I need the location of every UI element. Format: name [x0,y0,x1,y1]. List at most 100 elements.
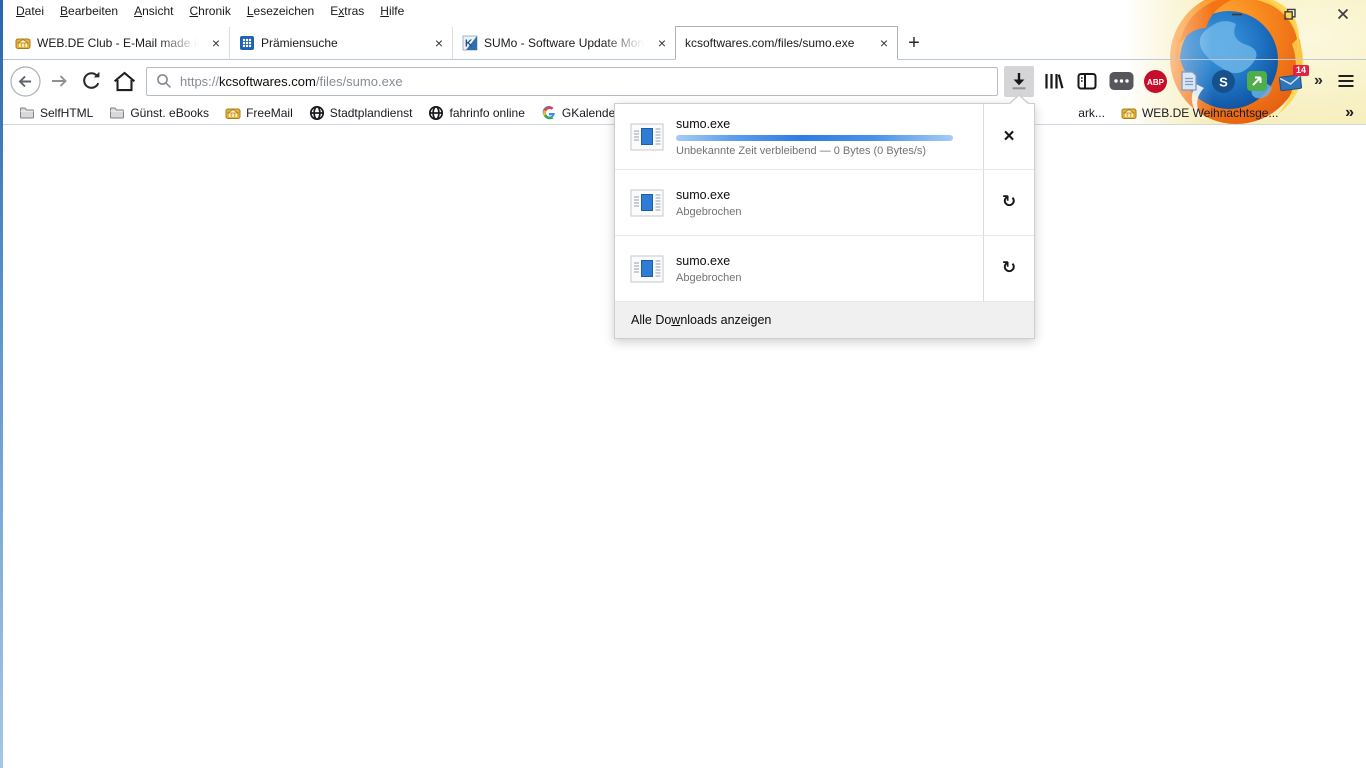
bookmark-label: fahrinfo online [449,106,525,120]
webde-bank-icon [1121,105,1137,121]
browser-window: Datei Bearbeiten Ansicht Chronik Lesezeichen… [0,0,1366,768]
skype-addon-button[interactable]: S [1208,66,1238,97]
download-info: sumo.exe Unbekannte Zeit verbleibend — 0 … [676,117,983,157]
skype-icon: S [1211,69,1235,93]
bookmark-label: GKalender [561,106,620,120]
notes-addon-button[interactable] [1174,66,1204,97]
adblock-plus-button[interactable]: ABP [1140,66,1170,97]
bookmark-label: Günst. eBooks [130,106,210,120]
abp-icon: ABP [1143,69,1167,93]
praemiensuche-icon [239,35,255,51]
bookmarks-overflow-button[interactable]: » [1345,104,1366,122]
retry-icon: ↻ [1001,192,1017,212]
webde-bank-icon [15,35,31,51]
menu-item-datei[interactable]: Datei [8,1,52,21]
webde-bank-icon [225,105,241,121]
note-icon [1181,71,1197,91]
menu-item-hilfe[interactable]: Hilfe [372,1,412,21]
tab-close-button[interactable]: × [655,36,669,50]
retry-download-button[interactable]: ↻ [983,236,1034,301]
window-border [0,0,3,768]
exe-file-icon [630,255,664,283]
addon-dots-button[interactable] [1106,66,1136,97]
url-scheme: https:// [180,73,220,89]
svg-text:K: K [465,39,473,50]
minimize-button[interactable] [1228,6,1246,22]
retry-download-button[interactable]: ↻ [983,170,1034,235]
bookmark-item-freemail[interactable]: FreeMail [217,103,301,123]
restore-button[interactable] [1281,6,1299,22]
globe-icon [428,105,444,121]
downloads-panel-anchor [1008,94,1030,105]
url-bar[interactable]: https://kcsoftwares.com/files/sumo.exe [146,66,998,96]
navigation-toolbar: https://kcsoftwares.com/files/sumo.exe A… [3,60,1366,102]
mailcheck-button[interactable]: 14 [1276,64,1309,97]
abp-label: ABP [1147,78,1165,87]
green-addon-button[interactable] [1242,66,1272,97]
tab-title: kcsoftwares.com/files/sumo.exe [685,36,855,50]
back-button[interactable] [9,65,42,98]
bookmark-item-ark[interactable]: ark... [1070,104,1113,122]
url-text: https://kcsoftwares.com/files/sumo.exe [180,74,403,89]
bookmark-label: Stadtplandienst [329,106,413,120]
download-item-1[interactable]: sumo.exe Unbekannte Zeit verbleibend — 0 … [615,104,1034,170]
library-button[interactable] [1038,66,1068,97]
close-window-button[interactable] [1334,6,1352,22]
sidebar-button[interactable] [1072,66,1102,97]
tab-close-button[interactable]: × [877,36,891,50]
reload-button[interactable] [75,65,108,98]
menu-item-ansicht[interactable]: Ansicht [126,1,181,21]
tab-close-button[interactable]: × [432,36,446,50]
bookmark-item-web-de-weihnachtsge[interactable]: WEB.DE Weihnachtsge... [1113,103,1287,123]
toolbar-icons: ABP S 14 » [1004,64,1361,97]
sumo-icon: K [462,35,478,51]
menu-bar: Datei Bearbeiten Ansicht Chronik Lesezeichen… [3,0,412,21]
bookmark-item-selfhtml[interactable]: SelfHTML [11,103,101,123]
toolbar-overflow-button[interactable]: » [1310,72,1327,90]
download-item-2[interactable]: sumo.exe Abgebrochen ↻ [615,170,1034,236]
sidebar-icon [1077,73,1097,90]
exe-file-icon [630,123,664,151]
tab-title: SUMo - Software Update Monit [484,36,649,50]
tab-close-button[interactable]: × [209,36,223,50]
bookmark-label: SelfHTML [40,106,94,120]
library-icon [1045,74,1064,89]
mail-badge: 14 [1292,64,1309,77]
cancel-download-button[interactable]: × [983,104,1034,169]
home-button[interactable] [108,65,141,98]
show-all-downloads-button[interactable]: Alle Do w nloads anzeigen [615,302,1034,338]
folder-icon [109,105,125,121]
retry-icon: ↻ [1001,258,1017,278]
menu-item-bearbeiten[interactable]: Bearbeiten [52,1,126,21]
url-path: /files/sumo.exe [315,73,403,89]
bookmark-item-stadtplandienst[interactable]: Stadtplandienst [301,103,421,123]
download-status: Abgebrochen [676,205,742,218]
google-icon [541,105,557,121]
hamburger-menu-button[interactable] [1331,66,1361,97]
download-status: Abgebrochen [676,271,742,284]
new-tab-button[interactable]: + [898,27,930,60]
tab-pr-miensuche[interactable]: Prämiensuche × [229,27,452,60]
bookmark-item-g-nst-ebooks[interactable]: Günst. eBooks [101,103,217,123]
tab-kcsoftwares-com-files-sumo-exe[interactable]: kcsoftwares.com/files/sumo.exe × [675,26,898,60]
download-item-3[interactable]: sumo.exe Abgebrochen ↻ [615,236,1034,302]
menu-item-lesezeichen[interactable]: Lesezeichen [239,1,322,21]
dots-icon [1109,72,1133,90]
download-info: sumo.exe Abgebrochen [676,254,983,284]
forward-button[interactable] [42,65,75,98]
tab-sumo-software-update-monit[interactable]: K SUMo - Software Update Monit × [452,27,675,60]
menu-item-chronik[interactable]: Chronik [181,1,238,21]
tab-web-de-club-e-mail-made-in[interactable]: WEB.DE Club - E-Mail made in × [6,27,229,60]
skype-label: S [1219,74,1228,89]
download-filename: sumo.exe [676,253,731,268]
bookmark-label: FreeMail [246,106,293,120]
tab-title: Prämiensuche [261,36,338,50]
downloads-panel: sumo.exe Unbekannte Zeit verbleibend — 0 … [614,103,1035,339]
window-controls [1228,6,1352,22]
download-info: sumo.exe Abgebrochen [676,188,983,218]
exe-file-icon [630,189,664,217]
bookmark-item-fahrinfo-online[interactable]: fahrinfo online [420,103,532,123]
globe-icon [309,105,325,121]
downloads-button[interactable] [1004,65,1034,97]
menu-item-extras[interactable]: Extras [322,1,372,21]
